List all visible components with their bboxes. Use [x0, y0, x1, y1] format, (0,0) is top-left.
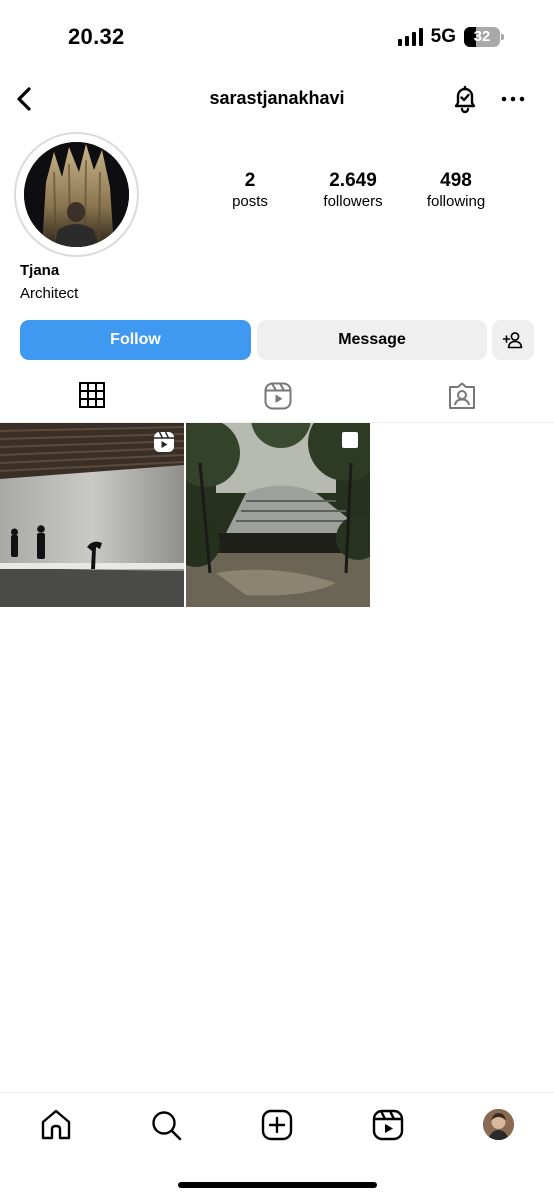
posts-grid	[0, 423, 554, 607]
grid-post[interactable]	[186, 423, 370, 607]
stat-followers[interactable]: 2.649 followers	[313, 170, 393, 212]
signal-icon	[397, 28, 423, 46]
follow-button[interactable]: Follow	[20, 320, 251, 360]
network-type: 5G	[430, 26, 456, 47]
grid-post[interactable]	[0, 423, 184, 607]
reels-icon	[264, 382, 292, 410]
tab-posts-grid[interactable]	[0, 373, 185, 421]
grid-icon	[79, 382, 105, 408]
following-count: 498	[440, 170, 472, 191]
tagged-icon	[449, 382, 475, 409]
reels-icon[interactable]	[370, 1107, 406, 1143]
status-time: 20.32	[68, 24, 125, 49]
avatar-image	[24, 142, 129, 247]
search-icon[interactable]	[148, 1107, 184, 1143]
carousel-icon	[340, 430, 362, 457]
profile-avatar[interactable]	[14, 132, 139, 257]
more-horizontal-icon[interactable]	[498, 86, 528, 112]
tab-tagged[interactable]	[369, 373, 554, 421]
profile-bio: Architect	[20, 285, 79, 302]
reels-icon	[152, 430, 176, 459]
add-user-icon	[502, 332, 523, 349]
profile-tabs	[0, 373, 554, 423]
create-icon[interactable]	[259, 1107, 295, 1143]
stat-following[interactable]: 498 following	[418, 170, 494, 212]
home-icon[interactable]	[38, 1107, 74, 1143]
posts-label: posts	[232, 193, 268, 210]
profile-header: sarastjanakhavi	[0, 74, 554, 124]
following-label: following	[426, 193, 486, 210]
profile-name: Tjana	[20, 262, 60, 279]
status-bar: 20.32 5G 32	[0, 0, 554, 74]
stat-posts[interactable]: 2 posts	[220, 170, 280, 212]
profile-avatar[interactable]	[483, 1109, 514, 1140]
tab-reels[interactable]	[185, 373, 370, 421]
status-indicators: 5G 32	[397, 26, 504, 48]
followers-count: 2.649	[329, 170, 377, 191]
battery-icon: 32	[464, 27, 504, 47]
home-indicator	[178, 1182, 377, 1188]
message-button[interactable]: Message	[257, 320, 487, 360]
battery-level: 32	[473, 28, 491, 45]
followers-label: followers	[323, 193, 383, 210]
bell-check-icon[interactable]	[448, 82, 482, 116]
posts-count: 2	[244, 170, 256, 191]
add-user-button[interactable]	[492, 320, 534, 360]
